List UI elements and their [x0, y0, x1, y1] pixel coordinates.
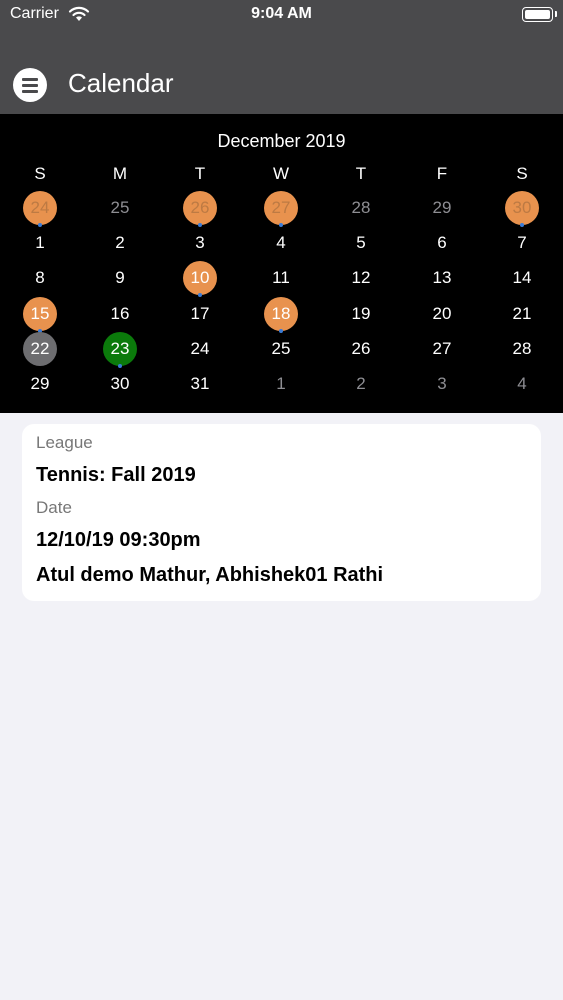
weekday-label: T — [355, 164, 367, 183]
day-cell[interactable]: 2 — [103, 226, 137, 260]
day-cell[interactable]: 30 — [505, 191, 539, 225]
day-cell[interactable]: 4 — [505, 367, 539, 401]
day-cell[interactable]: 23 — [103, 331, 137, 366]
day-cell[interactable]: 20 — [425, 297, 459, 331]
day-cell[interactable]: 1 — [23, 226, 57, 260]
battery-nub — [555, 11, 557, 17]
day-cell[interactable]: 29 — [23, 367, 57, 401]
weekday-label: M — [112, 164, 128, 183]
day-cell[interactable]: 26 — [183, 191, 217, 225]
day-cell[interactable]: 28 — [344, 191, 378, 225]
day-cell[interactable]: 25 — [103, 191, 137, 225]
event-card[interactable]: League Tennis: Fall 2019 Date 12/10/19 0… — [22, 424, 541, 601]
day-cell[interactable]: 27 — [425, 332, 459, 366]
weekday-header: SMTWTFS — [0, 164, 563, 184]
date-value: 12/10/19 09:30pm — [36, 529, 201, 551]
day-cell[interactable]: 24 — [23, 191, 57, 225]
day-cell[interactable]: 12 — [344, 261, 378, 295]
day-cell[interactable]: 21 — [505, 297, 539, 331]
day-cell[interactable]: 6 — [425, 226, 459, 260]
day-cell[interactable]: 14 — [505, 261, 539, 295]
day-cell[interactable]: 10 — [183, 261, 217, 296]
day-cell[interactable]: 5 — [344, 226, 378, 260]
day-cell[interactable]: 18 — [264, 296, 298, 331]
day-cell[interactable]: 3 — [425, 367, 459, 401]
day-cell[interactable]: 30 — [103, 367, 137, 401]
day-cell[interactable]: 11 — [264, 261, 298, 295]
day-cell[interactable]: 15 — [23, 296, 57, 331]
league-value: Tennis: Fall 2019 — [36, 464, 196, 486]
status-bar: Carrier 9:04 AM — [0, 0, 563, 30]
players-value: Atul demo Mathur, Abhishek01 Rathi — [36, 564, 384, 586]
date-label: Date — [36, 498, 72, 517]
day-cell[interactable]: 16 — [103, 297, 137, 331]
day-cell[interactable]: 1 — [264, 367, 298, 401]
day-cell[interactable]: 17 — [183, 297, 217, 331]
day-cell[interactable]: 22 — [23, 331, 57, 366]
league-label: League — [36, 433, 93, 452]
day-cell[interactable]: 19 — [344, 297, 378, 331]
day-cell[interactable]: 24 — [183, 332, 217, 366]
day-cell[interactable]: 26 — [344, 332, 378, 366]
day-cell[interactable]: 29 — [425, 191, 459, 225]
month-title: December 2019 — [217, 131, 346, 151]
weekday-label: S — [516, 164, 528, 183]
day-cell[interactable]: 3 — [183, 226, 217, 260]
weekday-label: S — [34, 164, 46, 183]
day-cell[interactable]: 31 — [183, 367, 217, 401]
day-cell[interactable]: 8 — [23, 261, 57, 295]
day-cell[interactable]: 25 — [264, 332, 298, 366]
clock: 9:04 AM — [251, 5, 312, 22]
day-cell[interactable]: 2 — [344, 367, 378, 401]
day-cell[interactable]: 7 — [505, 226, 539, 260]
weekday-label: F — [436, 164, 448, 183]
day-cell[interactable]: 28 — [505, 332, 539, 366]
weekday-label: W — [272, 164, 290, 183]
page-title: Calendar — [68, 68, 174, 98]
day-cell[interactable]: 27 — [264, 191, 298, 225]
day-cell[interactable]: 9 — [103, 261, 137, 295]
day-cell[interactable]: 4 — [264, 226, 298, 260]
day-cell[interactable]: 13 — [425, 261, 459, 295]
navigation-bar: Carrier 9:04 AM Calendar — [0, 0, 563, 114]
weekday-label: T — [194, 164, 206, 183]
calendar: December 2019 SMTWTFS 24 25 26 27 28 29 30 1 2 3 4… — [0, 114, 563, 413]
hamburger-menu-icon[interactable] — [13, 68, 47, 102]
battery-icon — [522, 7, 553, 22]
